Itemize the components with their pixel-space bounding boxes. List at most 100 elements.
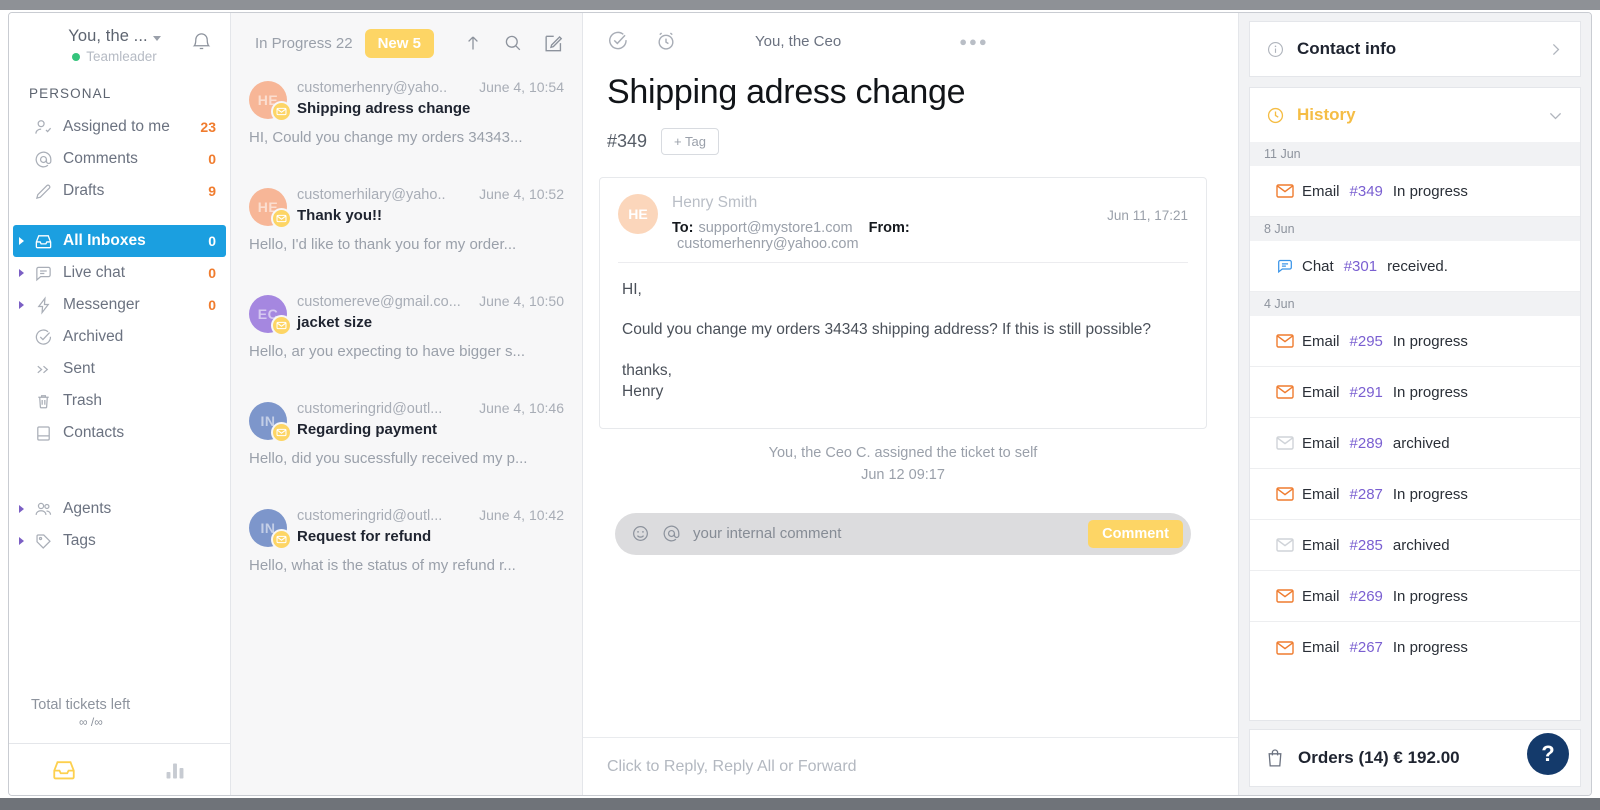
internal-comment-bar[interactable]: your internal comment Comment [615,512,1191,555]
ticket-main: customerhilary@yaho.. June 4, 10:52 Than… [297,186,564,224]
sidebar-item-agents[interactable]: Agents [13,493,226,525]
history-number[interactable]: #285 [1350,537,1383,554]
snooze-alarm-icon[interactable] [655,30,677,52]
sidebar-item-trash[interactable]: Trash [13,385,226,417]
more-options-icon[interactable]: ●●● [959,34,989,49]
history-number[interactable]: #295 [1350,333,1383,350]
sidebar-item-sent[interactable]: Sent [13,353,226,385]
history-header[interactable]: History [1250,88,1580,142]
conversation-panel: You, the Ceo ●●● Shipping adress change … [583,13,1239,795]
help-button[interactable]: ? [1527,733,1569,775]
expand-caret-icon[interactable] [19,269,29,277]
check-circle-icon [29,328,57,347]
expand-caret-icon[interactable] [19,537,29,545]
list-item[interactable]: IN customeringrid@outl... June 4, 10:46 … [231,394,582,501]
sidebar-item-archived[interactable]: Archived [13,321,226,353]
history-number[interactable]: #291 [1350,384,1383,401]
sidebar-item-tags[interactable]: Tags [13,525,226,557]
list-item[interactable]: HE customerhilary@yaho.. June 4, 10:52 T… [231,180,582,287]
history-row[interactable]: Chat #301 received. [1250,241,1580,292]
window-bottom-chrome [0,798,1600,810]
compose-icon[interactable] [543,33,564,54]
user-text: You, the ... Teamleader [21,27,192,64]
comment-button[interactable]: Comment [1088,519,1183,548]
conversation-assignee[interactable]: You, the Ceo [755,33,841,50]
sidebar-item-count: 0 [208,233,216,249]
history-status: In progress [1392,332,1468,350]
conversation-toolbar: You, the Ceo ●●● [583,13,1238,69]
envelope-icon [1276,383,1302,401]
history-title: History [1297,105,1356,124]
add-tag-button[interactable]: + Tag [661,128,719,155]
ticket-sender: customerhenry@yaho.. [297,80,448,96]
sort-ascending-icon[interactable] [463,33,483,53]
history-row[interactable]: Email #287 In progress [1250,469,1580,520]
list-item[interactable]: EC customereve@gmail.co... June 4, 10:50… [231,287,582,394]
history-row[interactable]: Email #267 In progress [1250,622,1580,673]
reply-footer[interactable]: Click to Reply, Reply All or Forward [583,737,1238,795]
sidebar-item-drafts[interactable]: Drafts 9 [13,175,226,207]
signature-text: Henry [622,382,664,400]
sidebar-item-all-inboxes[interactable]: All Inboxes 0 [13,225,226,257]
contact-info-card[interactable]: Contact info [1249,21,1581,77]
user-name-row[interactable]: You, the ... [68,27,161,46]
sidebar-item-messenger[interactable]: Messenger 0 [13,289,226,321]
history-type: Chat [1302,257,1334,275]
mention-at-icon[interactable] [662,524,681,543]
history-row[interactable]: Email #291 In progress [1250,367,1580,418]
chevron-right-icon[interactable] [1547,41,1564,58]
total-tickets-label: Total tickets left [31,697,131,713]
history-number[interactable]: #301 [1344,258,1377,275]
notifications-bell-icon[interactable] [192,31,218,52]
from-value: customerhenry@yahoo.com [677,236,859,252]
tab-inbox[interactable] [9,744,120,795]
envelope-icon [1276,332,1302,350]
history-number[interactable]: #349 [1350,183,1383,200]
expand-caret-icon[interactable] [19,505,29,513]
user-block[interactable]: You, the ... Teamleader [9,13,230,70]
clock-icon [1266,106,1285,125]
sidebar-item-live-chat[interactable]: Live chat 0 [13,257,226,289]
resolve-icon[interactable] [607,30,629,52]
history-number[interactable]: #267 [1350,639,1383,656]
list-item[interactable]: IN customeringrid@outl... June 4, 10:42 … [231,501,582,608]
sidebar-item-assigned-to-me[interactable]: Assigned to me 23 [13,111,226,143]
message-addresses: To: support@mystore1.com From: customerh… [672,220,1099,252]
list-item[interactable]: HE customerhenry@yaho.. June 4, 10:54 Sh… [231,73,582,180]
reply-placeholder[interactable]: Click to Reply, Reply All or Forward [607,758,857,776]
ticket-sender: customereve@gmail.co... [297,294,461,310]
sidebar-item-count: 23 [200,119,216,135]
pencil-icon [29,182,57,201]
expand-caret-icon[interactable] [19,301,29,309]
chevron-down-collapse-icon[interactable] [1547,107,1564,124]
history-row[interactable]: Email #269 In progress [1250,571,1580,622]
emoji-icon[interactable] [631,524,650,543]
shopify-bag-icon [1266,748,1284,768]
contacts-icon [29,424,57,443]
app-window: You, the ... Teamleader PERSONAL Assigne… [8,12,1592,796]
history-number[interactable]: #269 [1350,588,1383,605]
history-number[interactable]: #289 [1350,435,1383,452]
trash-icon [29,392,57,411]
message-body: HI, Could you change my orders 34343 shi… [600,263,1206,428]
ticket-sender: customerhilary@yaho.. [297,187,446,203]
tab-reports[interactable] [120,744,231,795]
internal-comment-input[interactable]: your internal comment [693,525,1088,542]
filter-new-badge[interactable]: New 5 [364,28,434,58]
search-icon[interactable] [503,33,523,53]
history-number[interactable]: #287 [1350,486,1383,503]
history-row[interactable]: Email #349 In progress [1250,166,1580,217]
expand-caret-icon[interactable] [19,237,29,245]
filter-in-progress[interactable]: In Progress 22 [255,35,353,52]
history-row[interactable]: Email #295 In progress [1250,316,1580,367]
message-header-text: Henry Smith To: support@mystore1.com Fro… [658,194,1099,252]
sidebar-item-comments[interactable]: Comments 0 [13,143,226,175]
history-row[interactable]: Email #289 archived [1250,418,1580,469]
ticket-subject: jacket size [297,314,373,331]
total-tickets-value: ∞ /∞ [79,715,103,729]
history-status: archived [1392,434,1450,452]
sidebar-item-contacts[interactable]: Contacts [13,417,226,449]
bar-chart-icon [166,763,184,778]
ticket-main: customeringrid@outl... June 4, 10:42 Req… [297,507,564,545]
history-row[interactable]: Email #285 archived [1250,520,1580,571]
